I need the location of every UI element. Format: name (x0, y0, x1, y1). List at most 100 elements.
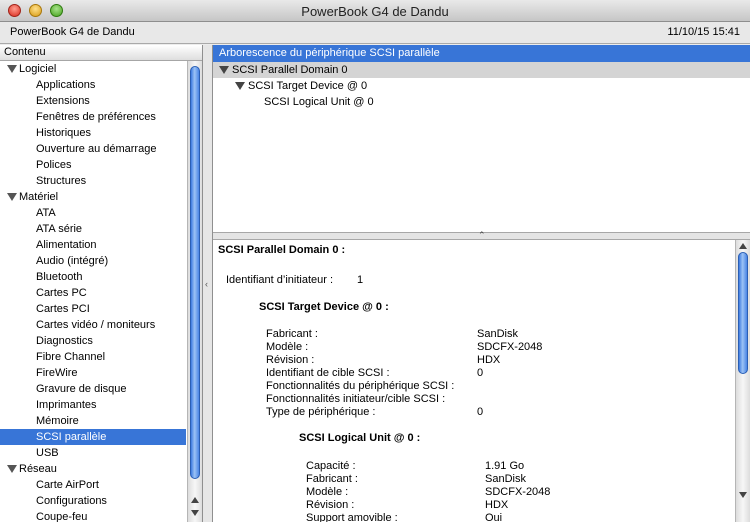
sidebar-item-label: ATA (36, 207, 56, 219)
property-label: Fonctionnalités initiateur/cible SCSI : (266, 393, 446, 405)
scroll-up-arrow-icon[interactable] (191, 497, 199, 503)
sidebar-item[interactable]: Coupe-feu (0, 509, 186, 522)
sidebar-item[interactable]: Historiques (0, 125, 186, 141)
sidebar-splitter[interactable]: ‹ (203, 45, 212, 522)
sidebar-item[interactable]: Imprimantes (0, 397, 186, 413)
sidebar-item[interactable]: Cartes PCI (0, 301, 186, 317)
sidebar-item[interactable]: Carte AirPort (0, 477, 186, 493)
sidebar-item-label: Gravure de disque (36, 383, 127, 395)
sidebar-item[interactable]: Bluetooth (0, 269, 186, 285)
device-tree-header[interactable]: Arborescence du périphérique SCSI parall… (213, 45, 750, 62)
initiator-value: 1 (357, 274, 364, 286)
sidebar-item[interactable]: Gravure de disque (0, 381, 186, 397)
sidebar-item-label: FireWire (36, 367, 78, 379)
sidebar-item[interactable]: Fibre Channel (0, 349, 186, 365)
sidebar-item[interactable]: Cartes vidéo / moniteurs (0, 317, 186, 333)
disclosure-triangle-icon[interactable] (7, 465, 17, 473)
sidebar-item-label: Coupe-feu (36, 511, 88, 522)
disclosure-triangle-icon[interactable] (219, 66, 229, 74)
property-value: HDX (477, 354, 501, 366)
sidebar-item-label: Matériel (19, 191, 59, 203)
scroll-down-arrow-icon[interactable] (739, 492, 747, 498)
sidebar-item[interactable]: Audio (intégré) (0, 253, 186, 269)
property-value: SanDisk (485, 473, 526, 485)
disclosure-triangle-icon[interactable] (235, 82, 245, 90)
tree-node-logical-unit[interactable]: SCSI Logical Unit @ 0 (213, 94, 750, 110)
property-label: Révision : (266, 354, 315, 366)
sidebar-item[interactable]: Fenêtres de préférences (0, 109, 186, 125)
sidebar-item-label: Diagnostics (36, 335, 93, 347)
logical-unit-heading: SCSI Logical Unit @ 0 : (299, 432, 421, 444)
sidebar-item-label: Bluetooth (36, 271, 83, 283)
sidebar-item[interactable]: ATA série (0, 221, 186, 237)
sidebar-item-label: Configurations (36, 495, 107, 507)
property-label: Support amovible : (306, 512, 398, 522)
sidebar-scroll-thumb[interactable] (190, 66, 200, 479)
sidebar-item[interactable]: USB (0, 445, 186, 461)
property-label: Fabricant : (306, 473, 358, 485)
sidebar-scrollbar[interactable] (187, 61, 202, 522)
sidebar-item[interactable]: Mémoire (0, 413, 186, 429)
property-value: SDCFX-2048 (477, 341, 543, 353)
splitter-handle-icon: ‹ (205, 279, 208, 289)
sidebar-item-label: Historiques (36, 127, 92, 139)
scroll-down-arrow-icon[interactable] (191, 510, 199, 516)
property-value: 0 (477, 406, 484, 418)
property-label: Type de périphérique : (266, 406, 376, 418)
sidebar-item-label: Cartes PCI (36, 303, 90, 315)
tree-node-label: SCSI Logical Unit @ 0 (264, 96, 374, 108)
sidebar-item[interactable]: Extensions (0, 93, 186, 109)
device-tree-panel: Arborescence du périphérique SCSI parall… (213, 45, 750, 232)
sidebar-group[interactable]: Logiciel (0, 61, 186, 77)
sidebar-item[interactable]: Polices (0, 157, 186, 173)
sidebar-item-label: Mémoire (36, 415, 79, 427)
sidebar-item[interactable]: Alimentation (0, 237, 186, 253)
sidebar-item-label: Cartes PC (36, 287, 87, 299)
sidebar-item-label: Logiciel (19, 63, 57, 75)
sidebar-item[interactable]: Diagnostics (0, 333, 186, 349)
sidebar-item-label: Imprimantes (36, 399, 97, 411)
pane-divider[interactable]: ⌃ (213, 230, 750, 240)
detail-panel: SCSI Parallel Domain 0 : Identifiant d’i… (213, 240, 735, 522)
property-label: Modèle : (306, 486, 349, 498)
detail-scroll-thumb[interactable] (738, 252, 748, 374)
sidebar-item-label: Cartes vidéo / moniteurs (36, 319, 156, 331)
property-value: 0 (477, 367, 484, 379)
property-value: HDX (485, 499, 509, 511)
scroll-up-arrow-icon[interactable] (739, 243, 747, 249)
detail-scrollbar[interactable] (735, 240, 750, 522)
sidebar-group[interactable]: Matériel (0, 189, 186, 205)
sidebar-item[interactable]: Cartes PC (0, 285, 186, 301)
machine-name: PowerBook G4 de Dandu (10, 26, 135, 38)
sidebar-item[interactable]: FireWire (0, 365, 186, 381)
sidebar-item[interactable]: Configurations (0, 493, 186, 509)
property-value: Oui (485, 512, 503, 522)
sidebar-item-label: Ouverture au démarrage (36, 143, 157, 155)
property-value: SanDisk (477, 328, 518, 340)
sidebar-item-label: Audio (intégré) (36, 255, 109, 267)
sidebar-item[interactable]: ATA (0, 205, 186, 221)
sidebar-column-header[interactable]: Contenu (0, 45, 202, 61)
disclosure-triangle-icon[interactable] (7, 193, 17, 201)
sidebar-group[interactable]: Réseau (0, 461, 186, 477)
property-label: Révision : (306, 499, 355, 511)
sidebar-item[interactable]: Applications (0, 77, 186, 93)
sidebar-item[interactable]: SCSI parallèle (0, 429, 186, 445)
initiator-label: Identifiant d’initiateur : (226, 274, 334, 286)
sidebar-item[interactable]: Structures (0, 173, 186, 189)
sidebar-item-label: ATA série (36, 223, 83, 235)
tree-node-domain[interactable]: SCSI Parallel Domain 0 (213, 62, 750, 78)
report-date: 11/10/15 15:41 (667, 26, 740, 38)
sidebar-tree: Logiciel Applications Extensions Fenêtres d… (0, 61, 186, 522)
sidebar-item-label: Réseau (19, 463, 57, 475)
sidebar-item-label: Fenêtres de préférences (36, 111, 156, 123)
sidebar-item-label: USB (36, 447, 59, 459)
sidebar-item[interactable]: Ouverture au démarrage (0, 141, 186, 157)
disclosure-triangle-icon[interactable] (7, 65, 17, 73)
tree-node-target[interactable]: SCSI Target Device @ 0 (213, 78, 750, 94)
main-pane: Arborescence du périphérique SCSI parall… (212, 45, 750, 522)
sidebar-item-label: Extensions (36, 95, 90, 107)
sidebar-item-label: Carte AirPort (36, 479, 99, 491)
domain-heading: SCSI Parallel Domain 0 : (218, 244, 346, 256)
contents-sidebar: Contenu Logiciel Applications Extensions Fe… (0, 45, 203, 522)
